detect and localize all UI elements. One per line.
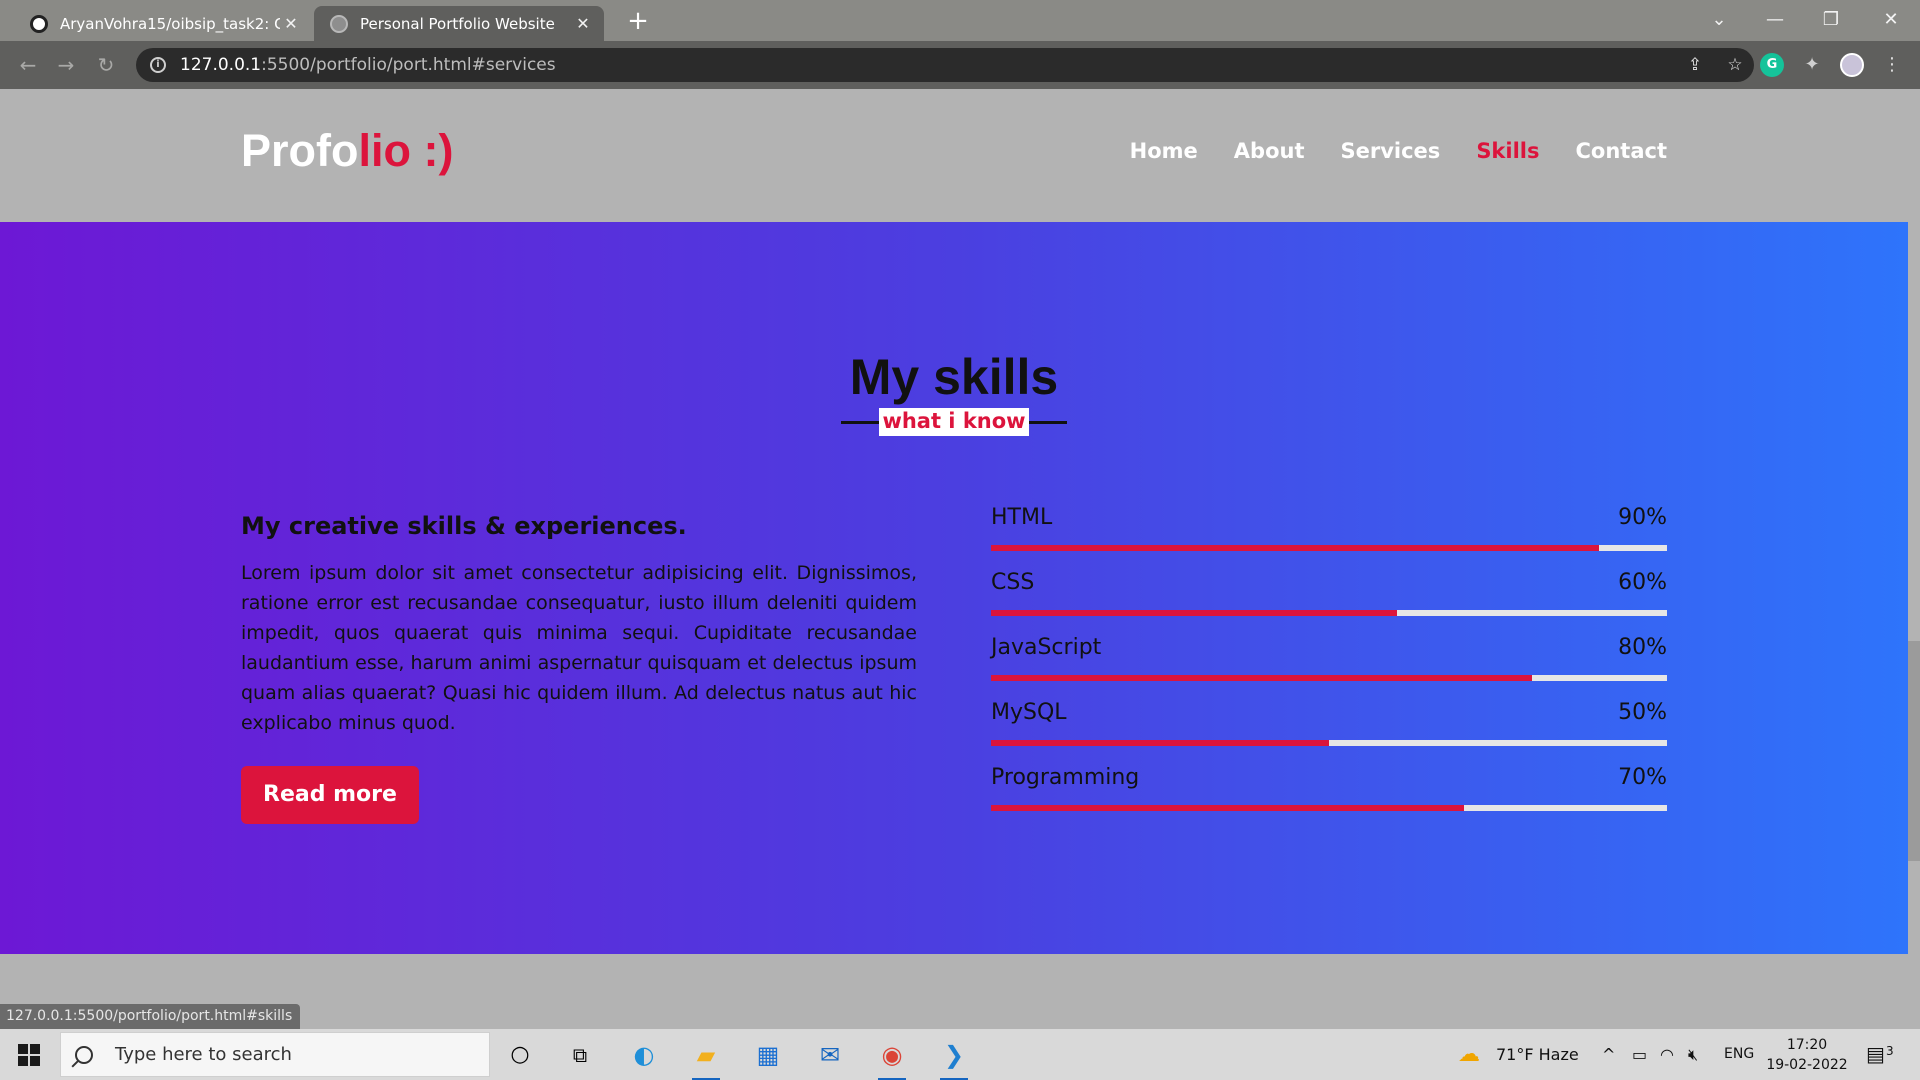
- browser-toolbar: ← → ↻ i 127.0.0.1:5500/portfolio/port.ht…: [0, 41, 1920, 89]
- site-info-icon[interactable]: i: [150, 57, 166, 73]
- browser-tab-strip: AryanVohra15/oibsip_task2: Crea ✕ Person…: [0, 0, 1920, 41]
- skill-bar-css: CSS 60%: [991, 570, 1667, 635]
- skill-name: MySQL: [991, 700, 1067, 725]
- back-icon[interactable]: ←: [14, 51, 42, 79]
- skill-fill: [991, 675, 1532, 681]
- site-header: Profolio :) Home About Services Skills C…: [0, 89, 1908, 222]
- skill-percent: 80%: [1618, 635, 1667, 660]
- task-view-icon[interactable]: ⧉: [562, 1037, 598, 1073]
- search-icon: [75, 1045, 93, 1064]
- nav-contact[interactable]: Contact: [1576, 139, 1668, 163]
- tab-search-icon[interactable]: ⌄: [1696, 4, 1742, 36]
- weather-text[interactable]: 71°F Haze: [1496, 1029, 1579, 1080]
- skill-track: [991, 610, 1667, 616]
- globe-icon: [330, 14, 348, 33]
- skill-percent: 50%: [1618, 700, 1667, 725]
- skill-name: HTML: [991, 505, 1053, 530]
- skills-paragraph: Lorem ipsum dolor sit amet consectetur a…: [241, 562, 917, 734]
- forward-icon[interactable]: →: [52, 51, 80, 79]
- language-indicator[interactable]: ENG: [1724, 1029, 1754, 1080]
- mail-icon[interactable]: ✉: [812, 1037, 848, 1073]
- page-scrollbar[interactable]: [1908, 89, 1920, 1029]
- skills-heading: My creative skills & experiences.: [241, 512, 687, 540]
- skill-track: [991, 545, 1667, 551]
- skill-fill: [991, 740, 1329, 746]
- share-icon[interactable]: ⇪: [1684, 54, 1706, 76]
- reload-icon[interactable]: ↻: [92, 51, 120, 79]
- minimize-icon[interactable]: —: [1752, 4, 1798, 36]
- notification-count: 3: [1886, 1044, 1894, 1058]
- extensions-puzzle-icon[interactable]: ✦: [1800, 53, 1824, 77]
- skill-bars: HTML 90% CSS 60% JavaScript 80% MySQL 50…: [991, 505, 1667, 830]
- tab-title: Personal Portfolio Website: [360, 14, 555, 33]
- cortana-icon[interactable]: ○: [502, 1037, 538, 1073]
- skill-fill: [991, 545, 1600, 551]
- taskbar-search[interactable]: Type here to search: [60, 1032, 490, 1077]
- close-icon[interactable]: ✕: [280, 14, 302, 33]
- section-subtitle-wrap: what i know: [841, 408, 1067, 436]
- scrollbar-thumb[interactable]: [1908, 641, 1920, 861]
- wifi-icon[interactable]: ◠: [1660, 1029, 1674, 1080]
- windows-taskbar: Type here to search ○ ⧉ ◐ ▰ ▦ ✉ ◉ ❯ ☁ 71…: [0, 1029, 1920, 1080]
- section-title: My skills: [849, 349, 1059, 405]
- page-viewport: Profolio :) Home About Services Skills C…: [0, 89, 1920, 1029]
- skill-name: Programming: [991, 765, 1140, 790]
- weather-icon[interactable]: ☁: [1458, 1029, 1480, 1080]
- skill-percent: 70%: [1618, 765, 1667, 790]
- read-more-button[interactable]: Read more: [241, 766, 419, 824]
- address-bar[interactable]: i 127.0.0.1:5500/portfolio/port.html#ser…: [136, 48, 1754, 82]
- tab-github[interactable]: AryanVohra15/oibsip_task2: Crea ✕: [14, 6, 312, 41]
- notification-icon[interactable]: ▤: [1866, 1029, 1885, 1080]
- skill-percent: 60%: [1618, 570, 1667, 595]
- menu-kebab-icon[interactable]: ⋮: [1880, 53, 1904, 77]
- nav-about[interactable]: About: [1234, 139, 1305, 163]
- edge-icon[interactable]: ◐: [626, 1037, 662, 1073]
- store-icon[interactable]: ▦: [750, 1037, 786, 1073]
- skill-bar-html: HTML 90%: [991, 505, 1667, 570]
- skill-bar-javascript: JavaScript 80%: [991, 635, 1667, 700]
- clock-time: 17:20: [1786, 1037, 1828, 1053]
- skill-percent: 90%: [1618, 505, 1667, 530]
- vscode-icon[interactable]: ❯: [936, 1037, 972, 1080]
- skill-track: [991, 740, 1667, 746]
- new-tab-button[interactable]: +: [624, 8, 652, 36]
- github-icon: [30, 14, 48, 33]
- battery-icon[interactable]: ▭: [1632, 1029, 1647, 1080]
- file-explorer-icon[interactable]: ▰: [688, 1037, 724, 1080]
- section-subtitle: what i know: [879, 408, 1029, 436]
- skill-name: CSS: [991, 570, 1035, 595]
- skill-track: [991, 805, 1667, 811]
- tab-portfolio[interactable]: Personal Portfolio Website ✕: [314, 6, 604, 41]
- restore-icon[interactable]: ❐: [1808, 4, 1854, 36]
- grammarly-icon[interactable]: G: [1760, 53, 1784, 77]
- bookmark-star-icon[interactable]: ☆: [1724, 54, 1746, 76]
- windows-start-icon[interactable]: [18, 1044, 40, 1066]
- site-logo[interactable]: Profolio :): [241, 125, 453, 177]
- chrome-icon[interactable]: ◉: [874, 1037, 910, 1080]
- skill-bar-mysql: MySQL 50%: [991, 700, 1667, 765]
- search-placeholder: Type here to search: [115, 1044, 292, 1065]
- taskbar-clock[interactable]: 17:20 19-02-2022: [1760, 1035, 1854, 1075]
- skills-section: My skills what i know My creative skills…: [0, 222, 1908, 954]
- close-icon[interactable]: ✕: [572, 14, 594, 33]
- skills-description: My creative skills & experiences. Lorem …: [241, 512, 917, 824]
- skill-track: [991, 675, 1667, 681]
- clock-date: 19-02-2022: [1766, 1057, 1848, 1073]
- nav-services[interactable]: Services: [1341, 139, 1441, 163]
- profile-avatar[interactable]: [1840, 53, 1864, 77]
- volume-muted-icon[interactable]: 🔇︎: [1688, 1029, 1698, 1080]
- tray-chevron-icon[interactable]: ^: [1602, 1029, 1615, 1080]
- url-text[interactable]: 127.0.0.1:5500/portfolio/port.html#servi…: [180, 55, 556, 75]
- window-close-icon[interactable]: ✕: [1868, 4, 1914, 36]
- skill-name: JavaScript: [991, 635, 1102, 660]
- skill-fill: [991, 610, 1397, 616]
- main-nav: Home About Services Skills Contact: [1130, 139, 1667, 163]
- nav-skills[interactable]: Skills: [1476, 139, 1539, 163]
- status-bar-url: 127.0.0.1:5500/portfolio/port.html#skill…: [0, 1004, 301, 1029]
- skill-fill: [991, 805, 1465, 811]
- tab-title: AryanVohra15/oibsip_task2: Crea: [60, 14, 280, 33]
- nav-home[interactable]: Home: [1130, 139, 1198, 163]
- skill-bar-programming: Programming 70%: [991, 765, 1667, 830]
